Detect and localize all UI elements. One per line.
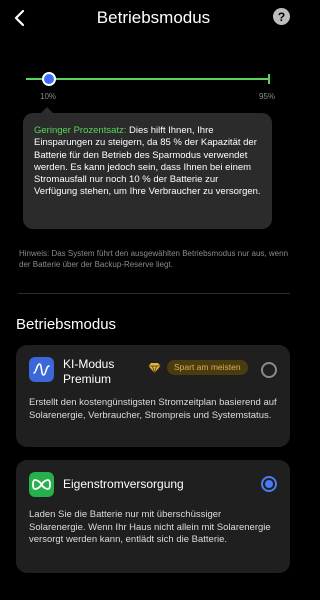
slider-min-label: 10% [40, 92, 57, 101]
slider-fill [26, 78, 270, 80]
ai-wave-icon [29, 357, 54, 382]
slider-end-tick [268, 74, 270, 84]
diamond-icon [148, 362, 161, 374]
infinity-icon [29, 472, 54, 497]
mode-radio-unselected[interactable] [261, 362, 277, 378]
savings-badge: Spart am meisten [167, 360, 248, 375]
page-title: Betriebsmodus [96, 8, 211, 27]
backup-reserve-slider[interactable] [26, 71, 270, 87]
mode-card-self-consumption[interactable]: Eigenstromversorgung Laden Sie die Batte… [16, 460, 290, 573]
info-tooltip: Geringer Prozentsatz: Dies hilft Ihnen, … [23, 107, 272, 229]
mode-description: Laden Sie die Batterie nur mit überschüs… [29, 509, 271, 545]
slider-thumb[interactable] [42, 72, 56, 86]
badge-group: Spart am meisten [148, 360, 248, 375]
mode-radio-selected[interactable] [261, 476, 277, 492]
section-title: Betriebsmodus [16, 316, 117, 333]
slider-max-label: 95% [259, 92, 276, 101]
mode-description: Erstellt den kostengünstigsten Stromzeit… [29, 397, 277, 421]
mode-title: Eigenstromversorgung [63, 477, 184, 491]
hint-text: Hinweis: Das System führt den ausgewählt… [19, 249, 289, 269]
tooltip-caret [41, 107, 53, 113]
divider [18, 293, 290, 294]
header-bar: Betriebsmodus ? [0, 0, 307, 40]
mode-card-ai-premium[interactable]: KI-Modus Premium Spart am meisten Erstel… [16, 345, 290, 447]
help-button[interactable]: ? [273, 8, 290, 25]
tooltip-highlight: Geringer Prozentsatz: [34, 125, 127, 136]
